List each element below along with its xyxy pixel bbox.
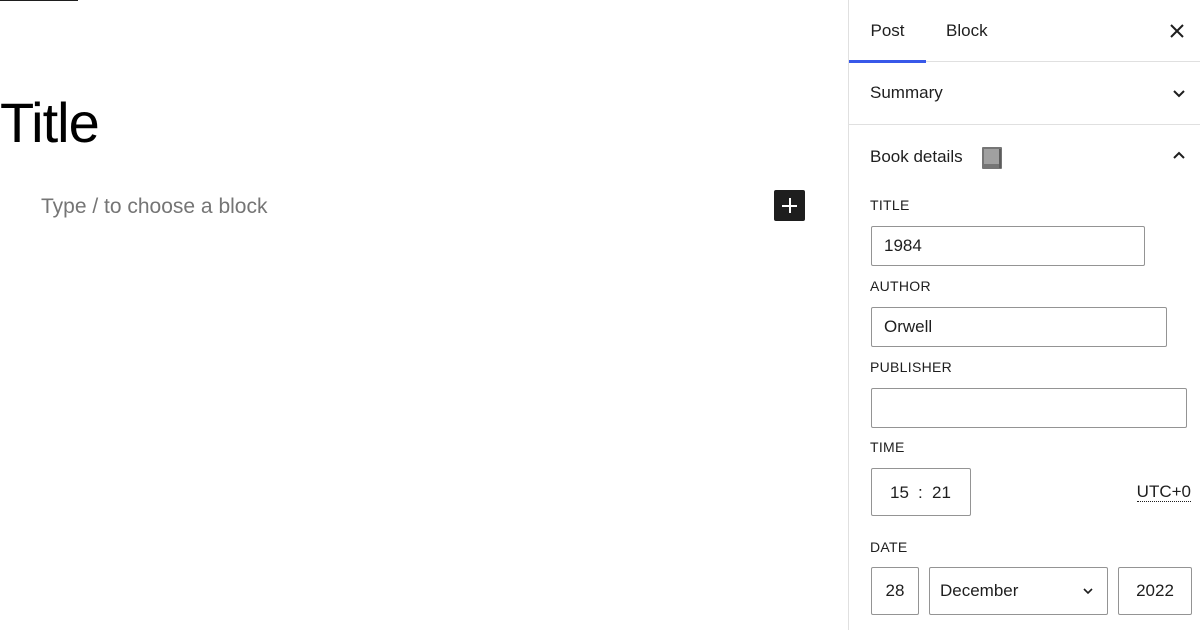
time-picker[interactable]: 15 : 21 — [871, 468, 971, 516]
plus-icon-stroke — [788, 198, 791, 213]
block-editor-app: Title Type / to choose a block Post Bloc… — [0, 0, 1200, 630]
date-month-value: December — [940, 581, 1019, 600]
close-icon — [1170, 24, 1184, 38]
chevron-down-icon[interactable] — [1170, 84, 1188, 102]
date-month-select[interactable]: December — [929, 567, 1108, 615]
time-hour-input[interactable]: 15 — [890, 483, 909, 503]
timezone-label[interactable]: UTC+0 — [1136, 483, 1191, 502]
chevron-up-icon[interactable] — [1170, 147, 1188, 165]
date-field-label: DATE — [870, 539, 908, 555]
time-separator: : — [918, 483, 923, 502]
chevron-down-icon — [1083, 588, 1093, 595]
time-minute-input[interactable]: 21 — [932, 483, 951, 503]
title-field-label: TITLE — [870, 197, 910, 213]
tab-block[interactable]: Block — [946, 0, 988, 62]
post-title[interactable]: Title — [0, 90, 100, 156]
author-input[interactable] — [871, 307, 1167, 347]
summary-panel: Summary — [849, 62, 1200, 125]
date-year-input[interactable]: 2022 — [1118, 567, 1192, 615]
book-details-panel: Book details — [849, 125, 1200, 191]
author-field-label: AUTHOR — [870, 278, 931, 294]
sidebar-header: Post Block — [849, 0, 1200, 63]
publisher-input[interactable] — [871, 388, 1187, 428]
book-details-header[interactable]: Book details — [849, 125, 1200, 191]
close-sidebar-button[interactable] — [1162, 16, 1192, 46]
editor-canvas: Title Type / to choose a block — [0, 0, 848, 630]
publisher-field-label: PUBLISHER — [870, 359, 953, 375]
time-field-label: TIME — [870, 439, 905, 455]
tab-post[interactable]: Post — [849, 0, 926, 63]
title-input[interactable] — [871, 226, 1145, 266]
date-day-input[interactable]: 28 — [871, 567, 919, 615]
block-appender-placeholder[interactable]: Type / to choose a block — [41, 194, 267, 220]
settings-sidebar: Post Block Summary Book details TITLE 19… — [848, 0, 1200, 630]
book-details-title[interactable]: Book details — [870, 147, 963, 167]
top-bar-edge — [0, 0, 78, 1]
summary-panel-title[interactable]: Summary — [870, 83, 943, 103]
book-icon — [982, 147, 1002, 169]
block-inserter-button[interactable] — [774, 190, 805, 221]
